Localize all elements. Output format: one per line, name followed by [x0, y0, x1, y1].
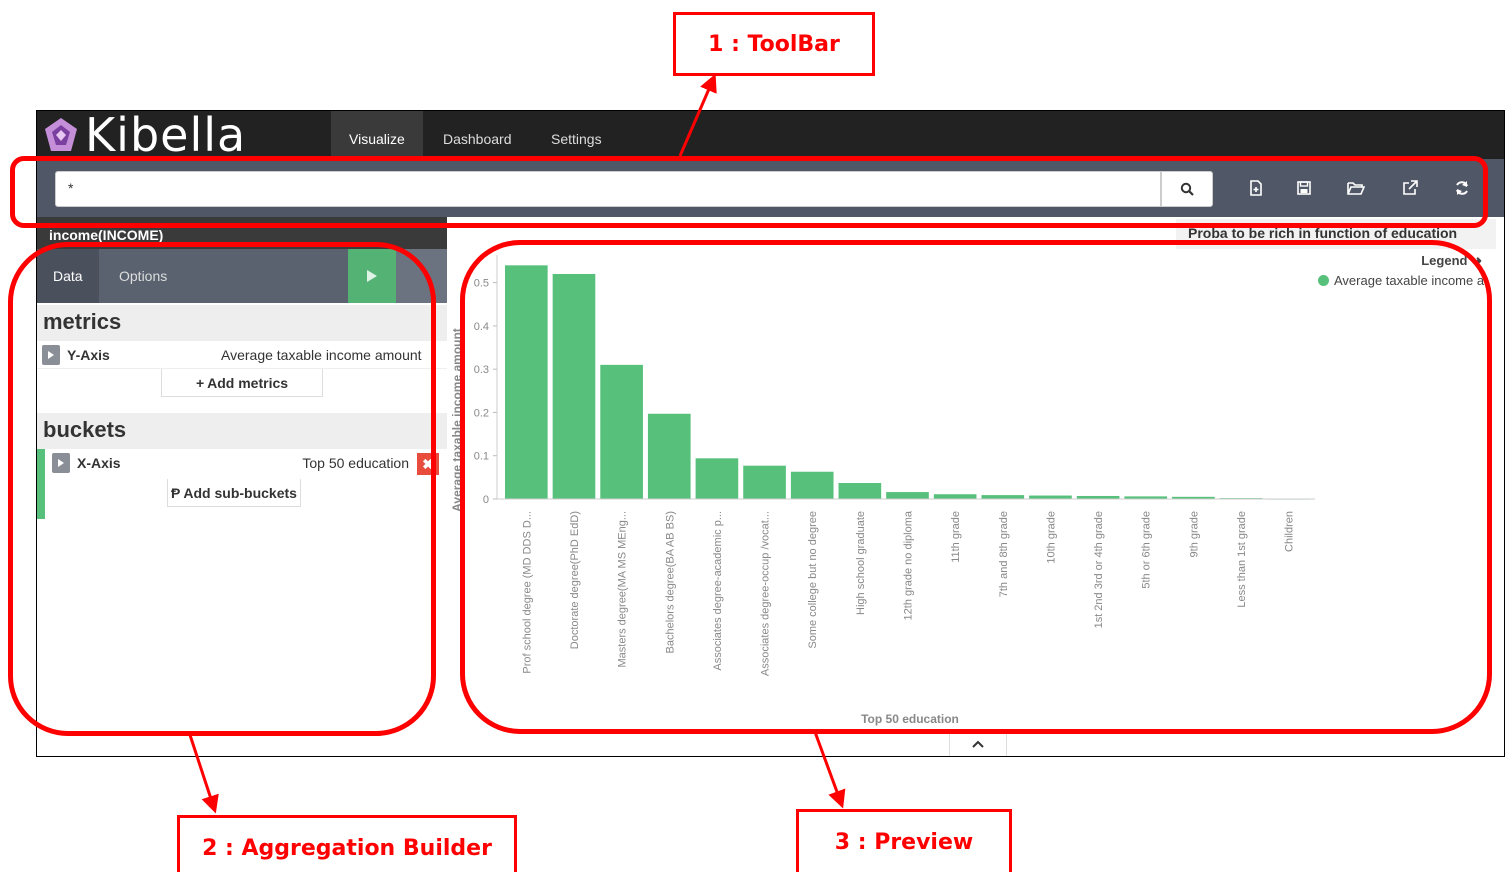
tab-settings[interactable]: Settings [533, 111, 620, 159]
callout-preview: 3 : Preview [796, 809, 1012, 872]
tab-visualize[interactable]: Visualize [331, 111, 423, 159]
callout-aggregation-builder: 2 : Aggregation Builder [177, 815, 517, 872]
callout-toolbar: 1 : ToolBar [673, 12, 875, 76]
top-navbar: Kibella Visualize Dashboard Settings [37, 111, 1504, 159]
screenshot-stage: Kibella Visualize Dashboard Settings * i… [0, 0, 1512, 872]
logo-icon [45, 118, 77, 151]
chevron-up-icon [972, 740, 984, 748]
toolbar-highlight [10, 156, 1488, 228]
kibella-logo[interactable]: Kibella [41, 111, 246, 159]
logo-text: Kibella [85, 111, 247, 159]
preview-highlight [460, 240, 1492, 734]
tab-dashboard[interactable]: Dashboard [425, 111, 530, 159]
aggregation-highlight [8, 242, 436, 736]
